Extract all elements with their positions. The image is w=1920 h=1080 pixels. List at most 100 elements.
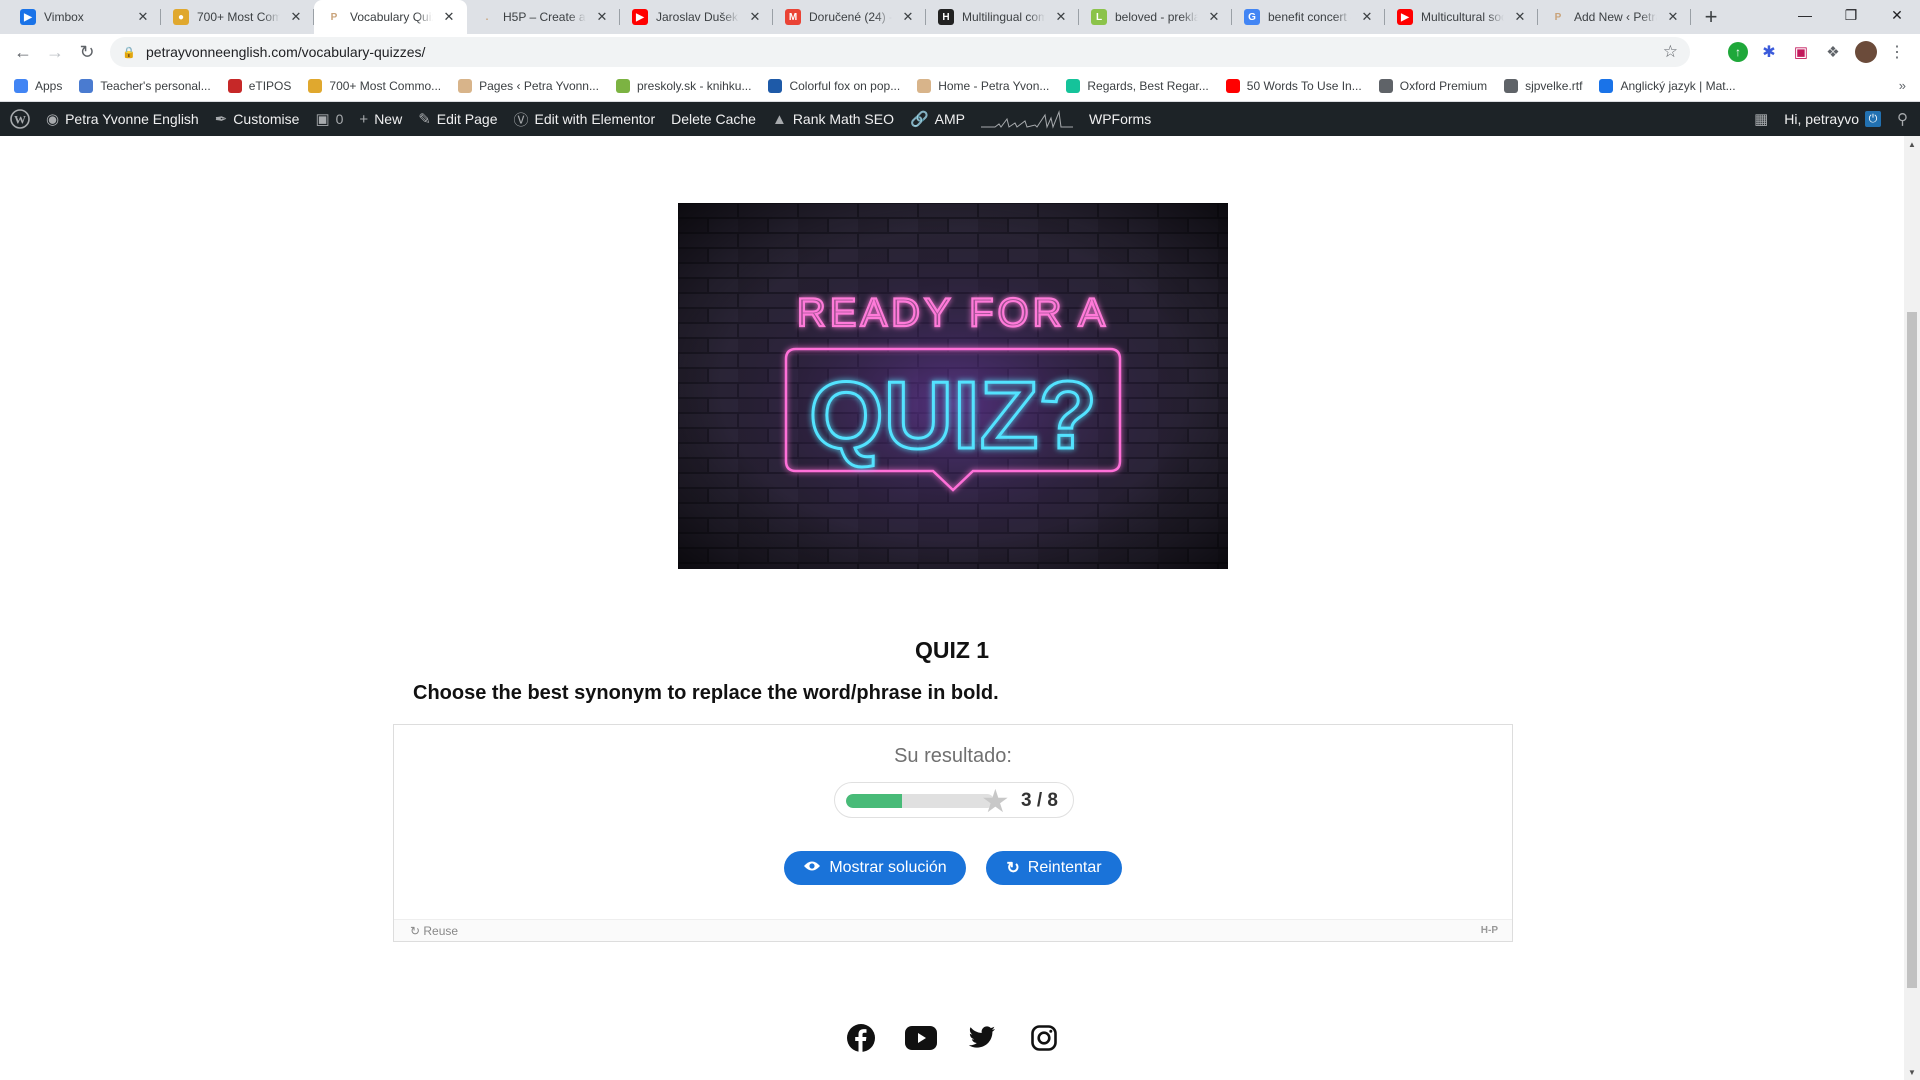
bookmark-item[interactable]: Regards, Best Regar...: [1066, 78, 1209, 93]
result-label: Su resultado:: [894, 745, 1012, 767]
h5p-logo[interactable]: H-P: [1481, 925, 1498, 936]
bookmark-label: eTIPOS: [248, 78, 292, 93]
bookmark-item[interactable]: Apps: [14, 78, 62, 93]
browser-tab[interactable]: P Vocabulary Quiz ✕: [314, 0, 467, 34]
bookmark-item[interactable]: Anglický jazyk | Mat...: [1599, 78, 1736, 93]
back-button[interactable]: ←: [7, 36, 39, 68]
show-solution-button[interactable]: Mostrar solución: [784, 851, 966, 885]
browser-tab[interactable]: ▶ Multicultural soc ✕: [1385, 0, 1538, 34]
wp-admin-bar: W ◉ Petra Yvonne English ✒ Customise ▣ 0…: [0, 102, 1920, 136]
bookmark-item[interactable]: Oxford Premium: [1378, 78, 1487, 93]
score-bar: ★ 3 / 8: [834, 782, 1074, 818]
scroll-down-icon[interactable]: ▼: [1904, 1064, 1920, 1080]
chrome-menu-icon[interactable]: ⋮: [1887, 42, 1907, 62]
close-tab-icon[interactable]: ✕: [1512, 9, 1528, 25]
wp-site-name[interactable]: ◉ Petra Yvonne English: [38, 102, 207, 136]
close-tab-icon[interactable]: ✕: [1665, 9, 1681, 25]
close-tab-icon[interactable]: ✕: [1053, 9, 1069, 25]
browser-tab[interactable]: Gbenefit concert - ✕: [1232, 0, 1385, 34]
browser-tab[interactable]: ▶ Jaroslav Dušek - ✕: [620, 0, 773, 34]
bookmark-star-icon[interactable]: ☆: [1663, 42, 1678, 62]
extensions-puzzle-icon[interactable]: ❖: [1823, 42, 1843, 62]
profile-avatar[interactable]: [1855, 41, 1877, 63]
close-tab-icon[interactable]: ✕: [594, 9, 610, 25]
h5p-icon: H: [938, 9, 954, 25]
bookmark-item[interactable]: 50 Words To Use In...: [1225, 78, 1362, 93]
restore-button[interactable]: ❐: [1828, 0, 1874, 30]
apps-grid-icon: [14, 78, 28, 93]
wp-customise[interactable]: ✒ Customise: [207, 102, 308, 136]
close-tab-icon[interactable]: ✕: [1206, 9, 1222, 25]
wp-search-icon[interactable]: ⚲: [1889, 102, 1920, 136]
reuse-label: Reuse: [423, 923, 459, 938]
h5p-footer: ↻ Reuse H-P: [394, 919, 1512, 941]
bookmark-item[interactable]: eTIPOS: [227, 78, 292, 93]
reuse-button[interactable]: ↻ Reuse: [410, 924, 458, 938]
bookmark-item[interactable]: Pages ‹ Petra Yvonn...: [458, 78, 599, 93]
page-scrollbar[interactable]: ▲ ▼: [1904, 136, 1920, 1080]
browser-tab[interactable]: M Doručené (24) - ✕: [773, 0, 926, 34]
wp-notes-icon[interactable]: ▦: [1746, 102, 1776, 136]
bookmark-favicon: [917, 78, 932, 93]
bookmark-item[interactable]: sjpvelke.rtf: [1504, 78, 1582, 93]
address-bar[interactable]: 🔒 petrayvonneenglish.com/vocabulary-quiz…: [110, 37, 1690, 67]
extension-gear-icon[interactable]: ✱: [1759, 42, 1779, 62]
wp-comments[interactable]: ▣ 0: [307, 102, 351, 136]
wp-account[interactable]: Hi, petrayvo ⏻: [1776, 102, 1889, 136]
wp-wpforms[interactable]: WPForms: [1081, 102, 1159, 136]
retry-button[interactable]: ↻ Reintentar: [986, 851, 1122, 885]
forward-button[interactable]: →: [39, 36, 71, 68]
scroll-up-icon[interactable]: ▲: [1904, 136, 1920, 152]
bookmark-item[interactable]: preskoly.sk - knihku...: [615, 78, 751, 93]
facebook-icon[interactable]: [845, 1022, 877, 1054]
wp-new[interactable]: + New: [351, 102, 410, 136]
extension-pocket-icon[interactable]: ▣: [1791, 42, 1811, 62]
wpforms-label: WPForms: [1089, 111, 1152, 127]
more-bookmarks-icon[interactable]: »: [1899, 78, 1906, 93]
close-tab-icon[interactable]: ✕: [747, 9, 763, 25]
instagram-icon[interactable]: [1028, 1022, 1060, 1054]
score-progress-fill: [846, 794, 902, 808]
wp-delete-cache[interactable]: Delete Cache: [663, 102, 764, 136]
wp-amp[interactable]: 🔗 AMP: [902, 102, 973, 136]
browser-tab[interactable]: ▶ Vimbox ✕: [8, 0, 161, 34]
wp-edit-elementor[interactable]: Ⓥ Edit with Elementor: [506, 102, 664, 136]
close-tab-icon[interactable]: ✕: [288, 9, 304, 25]
twitter-icon[interactable]: [966, 1022, 998, 1054]
extension-green-icon[interactable]: ↑: [1728, 42, 1748, 62]
tab-strip: ▶ Vimbox ✕ ● 700+ Most Com ✕ P Vocabulary Quiz ✕…: [0, 0, 1920, 34]
bookmark-item[interactable]: 700+ Most Commo...: [308, 78, 441, 93]
retry-label: Reintentar: [1027, 859, 1102, 876]
youtube-icon[interactable]: [905, 1022, 937, 1054]
tabs: ▶ Vimbox ✕ ● 700+ Most Com ✕ P Vocabulary Quiz ✕…: [8, 0, 1691, 34]
browser-tab[interactable]: . H5P – Create and ✕: [467, 0, 620, 34]
close-window-button[interactable]: ✕: [1874, 0, 1920, 30]
comment-icon: ▣: [315, 111, 330, 128]
minimize-button[interactable]: —: [1782, 0, 1828, 30]
close-tab-icon[interactable]: ✕: [900, 9, 916, 25]
dashboard-icon: ◉: [46, 111, 60, 128]
browser-tab[interactable]: P Add New ‹ Petra ✕: [1538, 0, 1691, 34]
close-tab-icon[interactable]: ✕: [135, 9, 151, 25]
browser-tab[interactable]: H Multilingual com ✕: [926, 0, 1079, 34]
close-tab-icon[interactable]: ✕: [441, 9, 457, 25]
new-tab-button[interactable]: +: [1697, 0, 1725, 34]
elementor-icon: Ⓥ: [513, 111, 529, 129]
wordpress-logo-icon[interactable]: W: [0, 102, 38, 136]
close-tab-icon[interactable]: ✕: [1359, 9, 1375, 25]
scrollbar-thumb[interactable]: [1907, 312, 1917, 988]
edit-elementor-label: Edit with Elementor: [534, 111, 656, 127]
tab-title: Doručené (24) -: [809, 10, 892, 24]
customise-label: Customise: [233, 111, 300, 127]
l-icon: L: [1091, 9, 1107, 25]
reload-button[interactable]: ↻: [71, 36, 103, 68]
bookmark-item[interactable]: Teacher's personal...: [79, 78, 211, 93]
wp-stats-graph[interactable]: [973, 102, 1081, 136]
wp-edit-page[interactable]: ✎ Edit Page: [410, 102, 505, 136]
bookmark-favicon: [227, 78, 242, 93]
wp-rank-math[interactable]: ▲ Rank Math SEO: [764, 102, 902, 136]
bookmark-item[interactable]: Colorful fox on pop...: [768, 78, 900, 93]
bookmark-item[interactable]: Home - Petra Yvon...: [917, 78, 1049, 93]
browser-tab[interactable]: ● 700+ Most Com ✕: [161, 0, 314, 34]
browser-tab[interactable]: Lbeloved - prekla ✕: [1079, 0, 1232, 34]
